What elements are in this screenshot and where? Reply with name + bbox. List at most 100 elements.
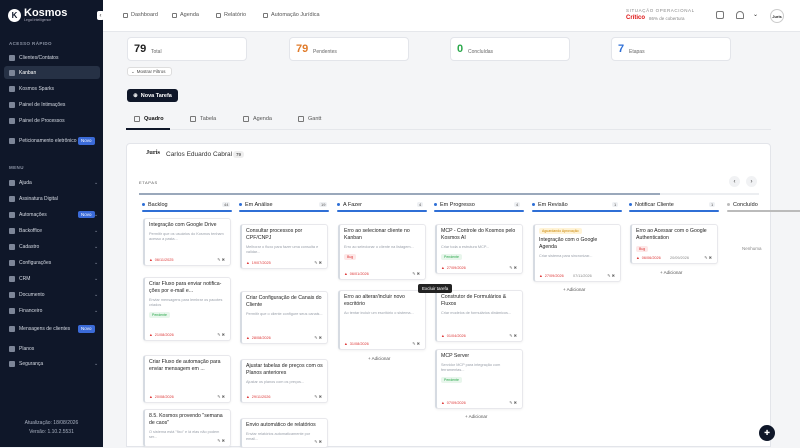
kosmos-logo[interactable]: K Kosmos Legal Intelligence [8, 8, 67, 22]
version: Versão: 1.10.2.5531 [29, 429, 74, 435]
gear-icon [9, 259, 15, 266]
card-actions[interactable]: ✎✖ [509, 333, 518, 338]
sidebar-item-cadastro[interactable]: Cadastro ⌄ [4, 240, 100, 253]
nav-agenda[interactable]: Agenda [172, 12, 199, 18]
card-actions[interactable]: ✎✖ [217, 257, 226, 262]
task-card[interactable]: Criar Fluxo para enviar notifica-ções po… [143, 277, 231, 341]
tab-agenda[interactable]: Agenda [243, 116, 272, 122]
delete-icon[interactable]: ✖ [612, 273, 616, 278]
kosmos-logo-icon: K [8, 8, 21, 22]
task-card[interactable]: 8.5. Kosmos provendo "semana de caos" O s… [143, 409, 231, 447]
nav-relatorio[interactable]: Relatório [216, 12, 246, 18]
card-actions[interactable]: ✎✖ [607, 273, 616, 278]
task-card[interactable]: Erro ao selecionar cliente no Kanban Erro… [338, 224, 426, 280]
status-badge: Bug [344, 253, 357, 260]
card-actions[interactable]: ✎✖ [412, 341, 421, 346]
add-card-button[interactable]: + Adicionar [563, 287, 585, 292]
add-card-button[interactable]: + Adicionar [368, 356, 390, 361]
tab-quadro[interactable]: Quadro [134, 116, 164, 122]
tab-gantt[interactable]: Gantt [298, 116, 321, 122]
card-actions[interactable]: ✎✖ [217, 332, 226, 337]
nav-automacao[interactable]: Automação Jurídica [263, 12, 320, 18]
card-actions[interactable]: ✎✖ [314, 260, 323, 265]
delete-icon[interactable]: ✖ [222, 394, 226, 399]
sidebar-item-documento[interactable]: Documento ⌄ [4, 288, 100, 301]
task-card[interactable]: Construtor de Formulários & Fluxos Criar … [435, 290, 523, 342]
automation-icon [9, 211, 15, 218]
sidebar-item-assinatura[interactable]: Assinatura Digital [4, 192, 100, 205]
tab-tabela[interactable]: Tabela [190, 116, 216, 122]
sidebar-item-processos[interactable]: Painel de Processos [4, 114, 100, 127]
card-actions[interactable]: ✎✖ [217, 438, 226, 443]
delete-icon[interactable]: ✖ [417, 271, 421, 276]
task-card[interactable]: Criar Fluxo de automação para enviar men… [143, 355, 231, 403]
sidebar-item-sparks[interactable]: Kosmos Sparks [4, 82, 100, 95]
card-actions[interactable]: ✎✖ [314, 394, 323, 399]
due-date: ▲ 21/08/2026 [149, 333, 174, 337]
delete-icon[interactable]: ✖ [514, 333, 518, 338]
task-card[interactable]: Criar Configuração de Canais do Cliente P… [240, 291, 328, 344]
sidebar-item-clientes[interactable]: Clientes/Contatos [4, 51, 100, 64]
delete-icon[interactable]: ✖ [222, 438, 226, 443]
scroll-left-button[interactable]: ‹ [729, 176, 740, 187]
delete-icon[interactable]: ✖ [514, 265, 518, 270]
shield-icon [9, 360, 15, 367]
column-header-line [727, 210, 800, 212]
add-card-button[interactable]: + Adicionar [465, 414, 487, 419]
sidebar-item-ajuda[interactable]: Ajuda ⌄ [4, 176, 100, 189]
delete-icon[interactable]: ✖ [222, 257, 226, 262]
scroll-right-button[interactable]: › [746, 176, 757, 187]
due-date: ▲ 06/06/2026 [636, 256, 661, 260]
sidebar-item-backoffice[interactable]: Backoffice ⌄ [4, 224, 100, 237]
stages-scrollbar[interactable] [139, 193, 759, 195]
card-actions[interactable]: ✎✖ [217, 394, 226, 399]
monitor-icon[interactable] [716, 11, 724, 19]
delete-icon[interactable]: ✖ [514, 400, 518, 405]
task-card[interactable]: MCP Server Servidor MCP para integração c… [435, 349, 523, 409]
sidebar-item-automacoes[interactable]: Automações Novo ⌄ [4, 208, 100, 221]
task-card[interactable]: MCP - Controle do Kosmos pelo Kosmos AI C… [435, 224, 523, 274]
delete-icon[interactable]: ✖ [222, 332, 226, 337]
delete-icon[interactable]: ✖ [319, 394, 323, 399]
card-actions[interactable]: ✎✖ [704, 255, 713, 260]
sidebar-item-financeiro[interactable]: Financeiro ⌄ [4, 304, 100, 317]
sidebar-item-intimacoes[interactable]: Painel de Intimações [4, 98, 100, 111]
task-card[interactable]: Aguardando Aprovação Integração com o Goo… [533, 224, 621, 282]
sidebar-item-crm[interactable]: CRM ⌄ [4, 272, 100, 285]
bell-icon[interactable] [736, 11, 744, 19]
card-actions[interactable]: ✎✖ [314, 439, 323, 444]
delete-icon[interactable]: ✖ [319, 260, 323, 265]
card-actions[interactable]: ✎✖ [314, 335, 323, 340]
sidebar-item-planos[interactable]: Planos [4, 342, 100, 355]
delete-icon[interactable]: ✖ [709, 255, 713, 260]
delete-icon[interactable]: ✖ [319, 439, 323, 444]
chevron-down-icon[interactable]: ⌄ [753, 11, 761, 19]
task-card[interactable]: Integração com Google Drive Permitir que … [143, 218, 231, 266]
card-title: MCP Server [441, 353, 470, 359]
card-actions[interactable]: ✎✖ [509, 400, 518, 405]
sidebar-item-configuracoes[interactable]: Configurações ⌄ [4, 256, 100, 269]
chat-help-button[interactable]: ✚ [759, 425, 775, 441]
avatar[interactable]: Juris [770, 9, 784, 23]
column-header: Notificar Cliente 1 [629, 199, 719, 210]
card-actions[interactable]: ✎✖ [509, 265, 518, 270]
task-card[interactable]: Consultar processos por CPF/CNPJ Melhorar… [240, 224, 328, 269]
sidebar-item-peticionamento[interactable]: Peticionamento eletrônico Novo [4, 132, 100, 149]
new-task-button[interactable]: ⊕ Nova Tarefa [127, 89, 178, 102]
task-card[interactable]: Erro ao alterar/incluir novo escritório A… [338, 290, 426, 350]
sidebar-item-mensagens[interactable]: Mensagens de clientes Novo [4, 320, 100, 337]
warning-icon: ▲ [344, 342, 348, 346]
task-card[interactable]: Erro ao Acessar com o Google Authenticat… [630, 224, 718, 264]
chevron-down-icon: ⌄ [94, 307, 99, 314]
task-card[interactable]: Envio automático de relatórios Enviar rel… [240, 418, 328, 448]
delete-icon[interactable]: ✖ [417, 341, 421, 346]
card-title: Consultar processos por CPF/CNPJ [246, 228, 303, 241]
add-card-button[interactable]: + Adicionar [660, 270, 682, 275]
sidebar-item-seguranca[interactable]: Segurança ⌄ [4, 357, 100, 370]
nav-dashboard[interactable]: Dashboard [123, 12, 158, 18]
sidebar-item-kanban[interactable]: Kanban [4, 66, 100, 79]
card-actions[interactable]: ✎✖ [412, 271, 421, 276]
delete-icon[interactable]: ✖ [319, 335, 323, 340]
task-card[interactable]: Ajustar tabelas de preços com os Planos … [240, 359, 328, 403]
show-filters-button[interactable]: ⌄ Mostrar Filtros [127, 67, 172, 76]
